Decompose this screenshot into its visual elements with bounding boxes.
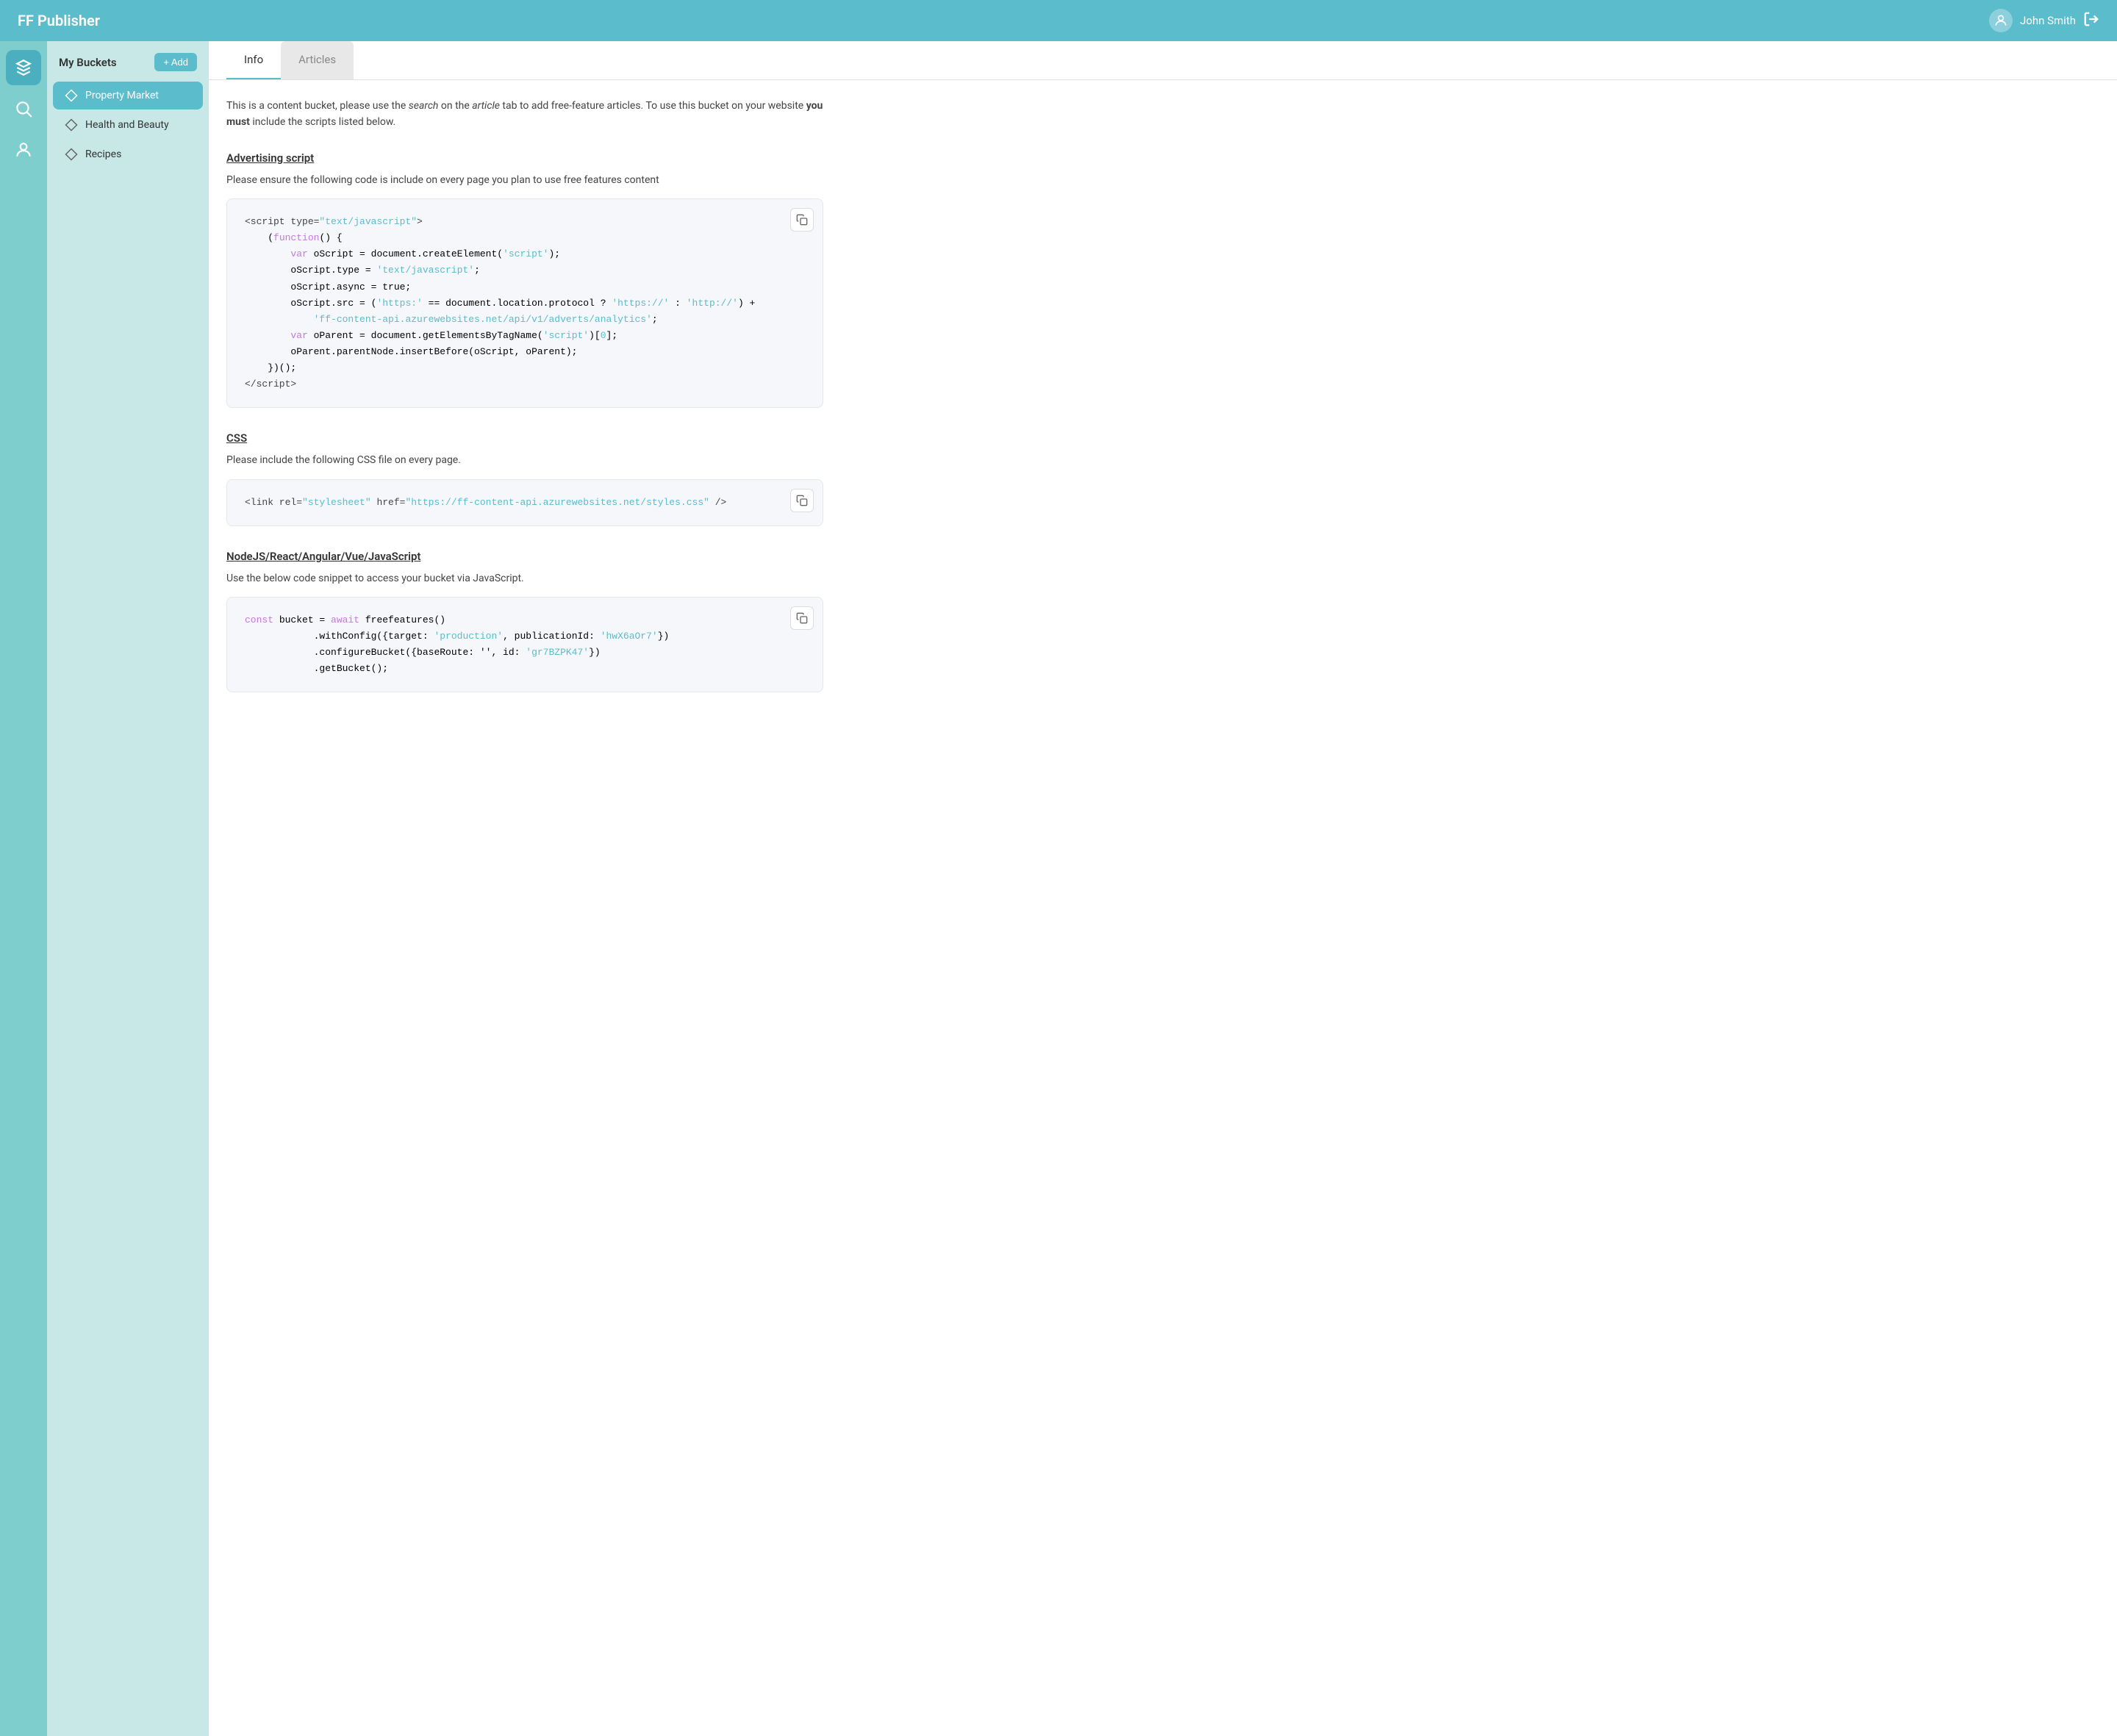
user-avatar — [1989, 9, 2013, 32]
copy-css-button[interactable] — [790, 489, 814, 512]
sidebar-item-health-beauty[interactable]: Health and Beauty — [53, 111, 203, 139]
topbar: FF Publisher John Smith — [0, 0, 2117, 41]
add-bucket-button[interactable]: + Add — [154, 53, 197, 71]
main-layout: My Buckets + Add Property Market Health … — [0, 41, 2117, 1736]
code-line-8: var oParent = document.getElementsByTagN… — [245, 328, 805, 344]
css-heading: CSS — [226, 431, 823, 445]
js-code-line-4: .getBucket(); — [245, 661, 805, 677]
code-line-3: var oScript = document.createElement('sc… — [245, 246, 805, 262]
code-line-4: oScript.type = 'text/javascript'; — [245, 262, 805, 279]
app-title: FF Publisher — [18, 12, 100, 29]
nodejs-desc: Use the below code snippet to access you… — [226, 570, 823, 587]
code-line-1: <script type="text/javascript"> — [245, 214, 805, 230]
logout-icon[interactable] — [2083, 11, 2099, 31]
tabs-bar: Info Articles — [209, 41, 2117, 80]
copy-advertising-script-button[interactable] — [790, 208, 814, 232]
code-line-7: 'ff-content-api.azurewebsites.net/api/v1… — [245, 312, 805, 328]
css-section: CSS Please include the following CSS fil… — [226, 431, 823, 526]
diamond-icon-recipes — [65, 148, 78, 161]
code-line-6: oScript.src = ('https:' == document.loca… — [245, 295, 805, 312]
css-desc: Please include the following CSS file on… — [226, 452, 823, 468]
advertising-script-code-block: <script type="text/javascript"> (functio… — [226, 198, 823, 408]
tab-info[interactable]: Info — [226, 41, 281, 79]
sidebar-icon-buckets[interactable] — [6, 50, 41, 85]
diamond-icon-property — [65, 89, 78, 102]
advertising-script-heading: Advertising script — [226, 151, 823, 165]
nodejs-code-block: const bucket = await freefeatures() .wit… — [226, 597, 823, 692]
username: John Smith — [2020, 14, 2076, 27]
js-code-line-1: const bucket = await freefeatures() — [245, 612, 805, 628]
advertising-script-section: Advertising script Please ensure the fol… — [226, 151, 823, 408]
nav-sidebar-header: My Buckets + Add — [47, 53, 209, 80]
user-info: John Smith — [1989, 9, 2099, 32]
copy-nodejs-button[interactable] — [790, 606, 814, 630]
info-intro: This is a content bucket, please use the… — [226, 98, 823, 131]
code-line-10: })(); — [245, 360, 805, 376]
js-code-line-2: .withConfig({target: 'production', publi… — [245, 628, 805, 645]
sidebar-item-label-health: Health and Beauty — [85, 119, 169, 131]
code-line-11: </script> — [245, 376, 805, 392]
nav-sidebar: My Buckets + Add Property Market Health … — [47, 41, 209, 1736]
nodejs-heading: NodeJS/React/Angular/Vue/JavaScript — [226, 550, 823, 563]
nodejs-section: NodeJS/React/Angular/Vue/JavaScript Use … — [226, 550, 823, 693]
sidebar-item-recipes[interactable]: Recipes — [53, 140, 203, 168]
sidebar-item-property-market[interactable]: Property Market — [53, 82, 203, 110]
advertising-script-desc: Please ensure the following code is incl… — [226, 172, 823, 188]
code-line-5: oScript.async = true; — [245, 279, 805, 295]
css-code-line-1: <link rel="stylesheet" href="https://ff-… — [245, 495, 805, 511]
icon-sidebar — [0, 41, 47, 1736]
info-panel: This is a content bucket, please use the… — [209, 80, 841, 734]
tab-articles[interactable]: Articles — [281, 41, 354, 79]
css-code-block: <link rel="stylesheet" href="https://ff-… — [226, 479, 823, 526]
sidebar-item-label-property: Property Market — [85, 90, 159, 101]
code-line-9: oParent.parentNode.insertBefore(oScript,… — [245, 344, 805, 360]
sidebar-item-label-recipes: Recipes — [85, 148, 121, 160]
sidebar-icon-user[interactable] — [6, 132, 41, 168]
content-area: Info Articles This is a content bucket, … — [209, 41, 2117, 1736]
sidebar-icon-search[interactable] — [6, 91, 41, 126]
nav-sidebar-title: My Buckets — [59, 56, 117, 69]
code-line-2: (function() { — [245, 230, 805, 246]
js-code-line-3: .configureBucket({baseRoute: '', id: 'gr… — [245, 645, 805, 661]
diamond-icon-health — [65, 118, 78, 132]
